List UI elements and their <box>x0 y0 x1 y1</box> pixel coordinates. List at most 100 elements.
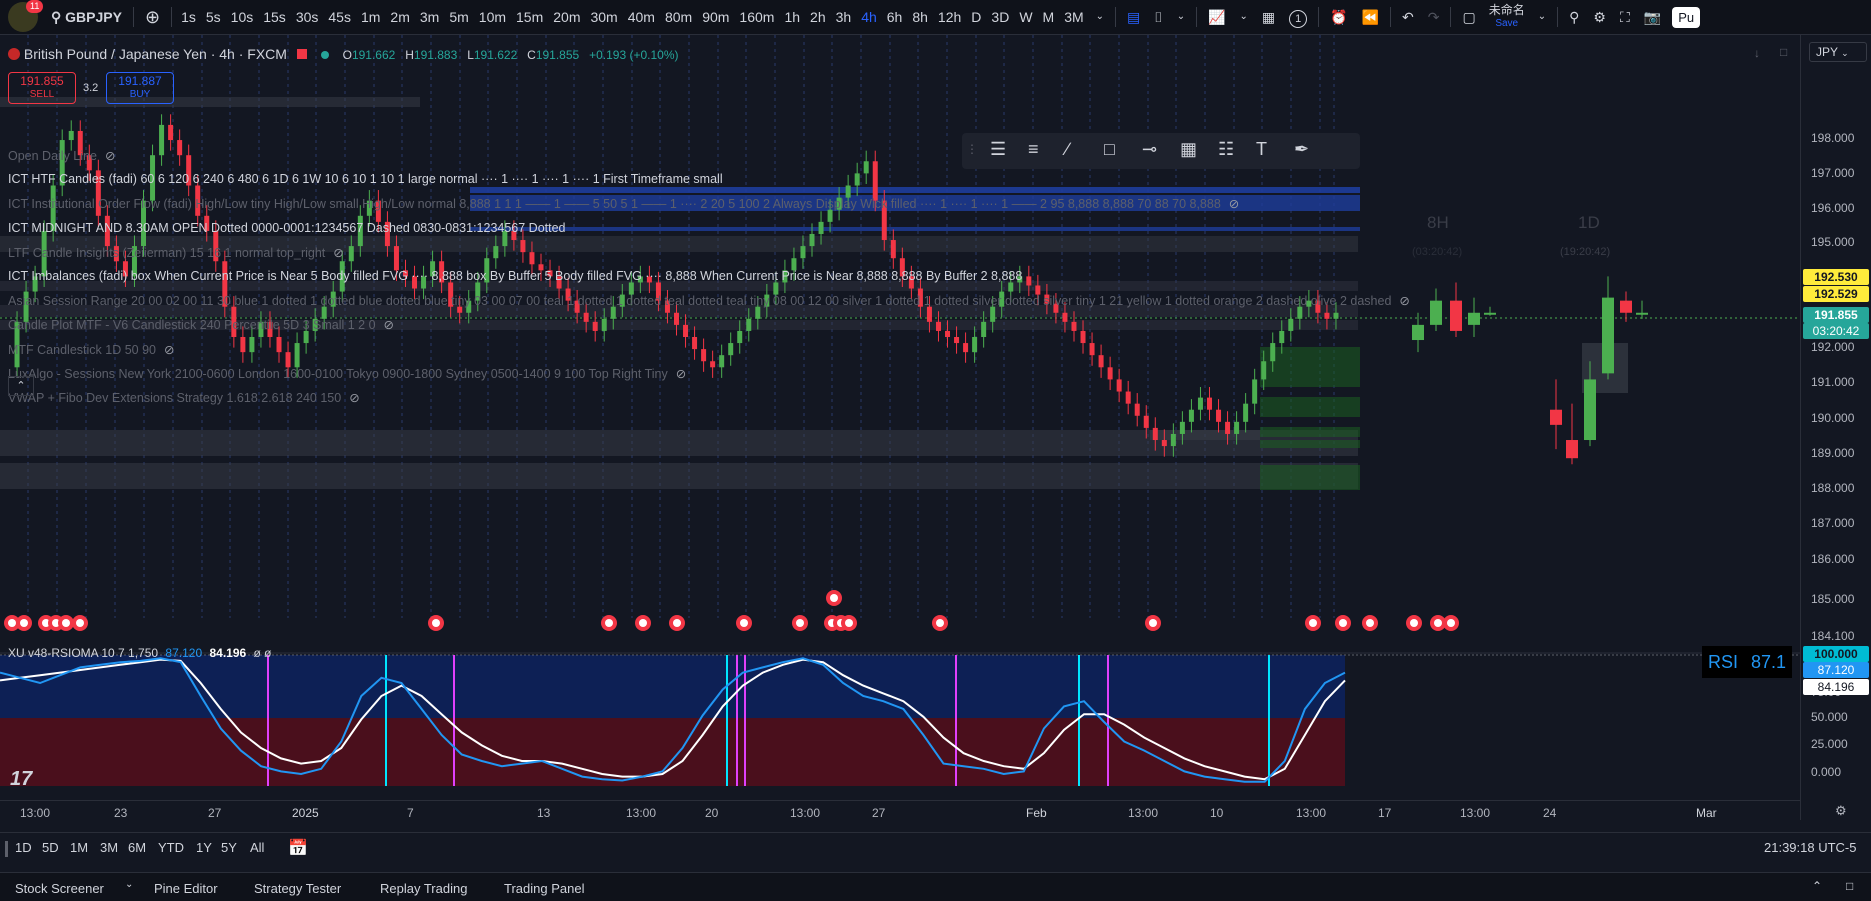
indicator-legend-item[interactable]: Open Daily Line ⊘ <box>8 148 115 163</box>
interval-45s[interactable]: 45s <box>323 0 356 34</box>
bottom-tab[interactable]: Strategy Tester <box>254 881 341 896</box>
range-button-1m[interactable]: 1M <box>70 840 88 855</box>
interval-30m[interactable]: 30m <box>585 0 622 34</box>
interval-D[interactable]: D <box>966 0 986 34</box>
range-button-1y[interactable]: 1Y <box>196 840 212 855</box>
interval-2h[interactable]: 2h <box>805 0 831 34</box>
interval-1m[interactable]: 1m <box>356 0 385 34</box>
range-button-ytd[interactable]: YTD <box>158 840 184 855</box>
chart-pane[interactable]: British Pound / Japanese Yen · 4h · FXCM… <box>0 35 1800 820</box>
interval-M[interactable]: M <box>1038 0 1060 34</box>
interval-W[interactable]: W <box>1014 0 1037 34</box>
indicator-legend-item[interactable]: ICT MIDNIGHT AND 8.30AM OPEN Dotted 0000… <box>8 221 566 235</box>
range-button-5d[interactable]: 5D <box>42 840 59 855</box>
bottom-tab[interactable]: Replay Trading <box>380 881 467 896</box>
event-markers[interactable] <box>4 590 1459 631</box>
indicator-legend-item[interactable]: MTF Candlestick 1D 50 90 ⊘ <box>8 342 174 357</box>
hidden-eye-icon[interactable]: ⊘ <box>333 246 343 260</box>
price-scale[interactable]: JPY ⌄ 198.000197.000196.000195.000194.00… <box>1800 35 1871 820</box>
bottom-tab[interactable]: Trading Panel <box>504 881 584 896</box>
time-axis-settings-icon[interactable]: ⚙ <box>1835 803 1847 819</box>
hidden-eye-icon[interactable]: ⊘ <box>349 391 359 405</box>
interval-40m[interactable]: 40m <box>623 0 660 34</box>
interval-5m[interactable]: 5m <box>444 0 473 34</box>
buy-button[interactable]: 191.887 BUY <box>106 72 174 104</box>
indicator-legend-item[interactable]: Asian Session Range 20 00 02 00 11 30 bl… <box>8 293 1410 308</box>
quick-search-icon[interactable]: ⚲ <box>1562 0 1586 34</box>
indicator-legend-item[interactable]: LTF Candle Insights (Zeiierman) 15 16 1 … <box>8 245 344 260</box>
camera-icon[interactable]: 📷 <box>1637 0 1668 34</box>
clock[interactable]: 21:39:18 UTC-5 <box>1764 840 1857 855</box>
indicators-icon[interactable]: 📈 <box>1201 0 1232 34</box>
interval-8h[interactable]: 8h <box>907 0 933 34</box>
range-button-5y[interactable]: 5Y <box>221 840 237 855</box>
tool-channel-icon[interactable]: ≡ <box>1028 139 1052 163</box>
hidden-eye-icon[interactable]: ⊘ <box>105 149 115 163</box>
interval-3D[interactable]: 3D <box>986 0 1014 34</box>
interval-dropdown-icon[interactable]: ⌄ <box>1089 0 1111 34</box>
chart-canvas[interactable] <box>0 35 1800 800</box>
interval-3M[interactable]: 3M <box>1059 0 1088 34</box>
range-button-1d[interactable]: 1D <box>15 840 32 855</box>
interval-6h[interactable]: 6h <box>882 0 908 34</box>
interval-2m[interactable]: 2m <box>385 0 414 34</box>
rsioma-legend[interactable]: XU v48-RSIOMA 10 7 1,750 87.120 84.196 ø… <box>8 646 272 660</box>
publish-button[interactable]: Pu <box>1672 6 1701 28</box>
interval-20m[interactable]: 20m <box>548 0 585 34</box>
sell-button[interactable]: 191.855 SELL <box>8 72 76 104</box>
time-axis[interactable]: 13:00 23 27 2025 7 13 13:00 20 13:00 27 Feb 13:00 10… <box>0 800 1800 825</box>
tool-grid-icon[interactable]: ▦ <box>1180 139 1204 163</box>
chevron-down-icon[interactable]: ⌄ <box>1170 0 1192 34</box>
chevron-down-icon[interactable]: ⌄ <box>125 879 133 890</box>
bottom-tab[interactable]: Stock Screener <box>15 881 104 896</box>
interval-1h[interactable]: 1h <box>779 0 805 34</box>
redo-icon[interactable]: ↷ <box>1421 0 1447 34</box>
interval-1s[interactable]: 1s <box>176 0 201 34</box>
layout-square-icon[interactable]: ▢ <box>1455 0 1482 34</box>
hidden-eye-icon[interactable]: ⊘ <box>676 367 686 381</box>
interval-90m[interactable]: 90m <box>697 0 734 34</box>
undo-icon[interactable]: ↶ <box>1395 0 1421 34</box>
maximize-pane-icon[interactable]: □ <box>1780 45 1787 59</box>
bottom-tab[interactable]: Pine Editor <box>154 881 218 896</box>
symbol-legend[interactable]: British Pound / Japanese Yen · 4h · FXCM… <box>8 46 679 62</box>
indicator-legend-item[interactable]: Candle Plot MTF - V6 Candlestick 240 Per… <box>8 317 394 332</box>
interval-80m[interactable]: 80m <box>660 0 697 34</box>
hidden-eye-icon[interactable]: ⊘ <box>384 318 394 332</box>
tool-rectangle-icon[interactable]: □ <box>1104 139 1128 163</box>
collapse-panel-icon[interactable]: ⌃ <box>1812 879 1822 893</box>
interval-12h[interactable]: 12h <box>933 0 966 34</box>
candle-type-icon[interactable]: ⌷ <box>1147 0 1169 34</box>
layout-name-button[interactable]: 未命名 Save <box>1483 4 1531 30</box>
range-button-6m[interactable]: 6M <box>128 840 146 855</box>
indicator-legend-item[interactable]: LuxAlgo - Sessions New York 2100-0600 Lo… <box>8 366 686 381</box>
interval-3m[interactable]: 3m <box>415 0 444 34</box>
hidden-eye-icon[interactable]: ⊘ <box>164 343 174 357</box>
indicator-legend-item[interactable]: VWAP + Fibo Dev Extensions Strategy 1.61… <box>8 390 360 405</box>
indicator-legend-item[interactable]: ICT Institutional Order Flow (fadi) High… <box>8 196 1239 211</box>
range-button-3m[interactable]: 3M <box>100 840 118 855</box>
tool-horizontal-ray-icon[interactable]: ⊸ <box>1142 139 1166 163</box>
drag-handle-icon[interactable]: ⋮ <box>966 142 978 156</box>
hidden-eye-icon[interactable]: ⊘ <box>1399 294 1409 308</box>
interval-3h[interactable]: 3h <box>831 0 857 34</box>
currency-selector[interactable]: JPY ⌄ <box>1809 42 1867 62</box>
collapse-legend-button[interactable]: ⌃ <box>8 376 34 396</box>
fullscreen-icon[interactable]: ⛶ <box>1613 0 1637 34</box>
tool-lines-icon[interactable]: ☰ <box>990 139 1014 163</box>
alerts-count-badge[interactable]: 1 <box>1282 0 1314 34</box>
tool-trendline-icon[interactable]: ∕ <box>1066 139 1090 163</box>
interval-15m[interactable]: 15m <box>511 0 548 34</box>
replay-icon[interactable]: ⏪ <box>1355 0 1386 34</box>
indicator-legend-item[interactable]: ICT Imbalances (fadi) box When Current P… <box>8 269 1022 283</box>
user-avatar[interactable]: 11 <box>8 0 44 32</box>
hidden-eye-icon[interactable]: ⊘ <box>1229 197 1239 211</box>
scroll-down-icon[interactable]: ↓ <box>1754 46 1760 60</box>
tool-text-icon[interactable]: T <box>1256 139 1280 163</box>
tool-fib-icon[interactable]: ☷ <box>1218 139 1242 163</box>
drawing-toolbar[interactable]: ⋮ ☰ ≡ ∕ □ ⊸ ▦ ☷ T ✒ <box>962 133 1360 169</box>
interval-10m[interactable]: 10m <box>474 0 511 34</box>
interval-10s[interactable]: 10s <box>226 0 259 34</box>
symbol-search[interactable]: ⚲ GBPJPY <box>44 0 129 34</box>
chevron-down-icon[interactable]: ⌄ <box>1531 0 1553 34</box>
